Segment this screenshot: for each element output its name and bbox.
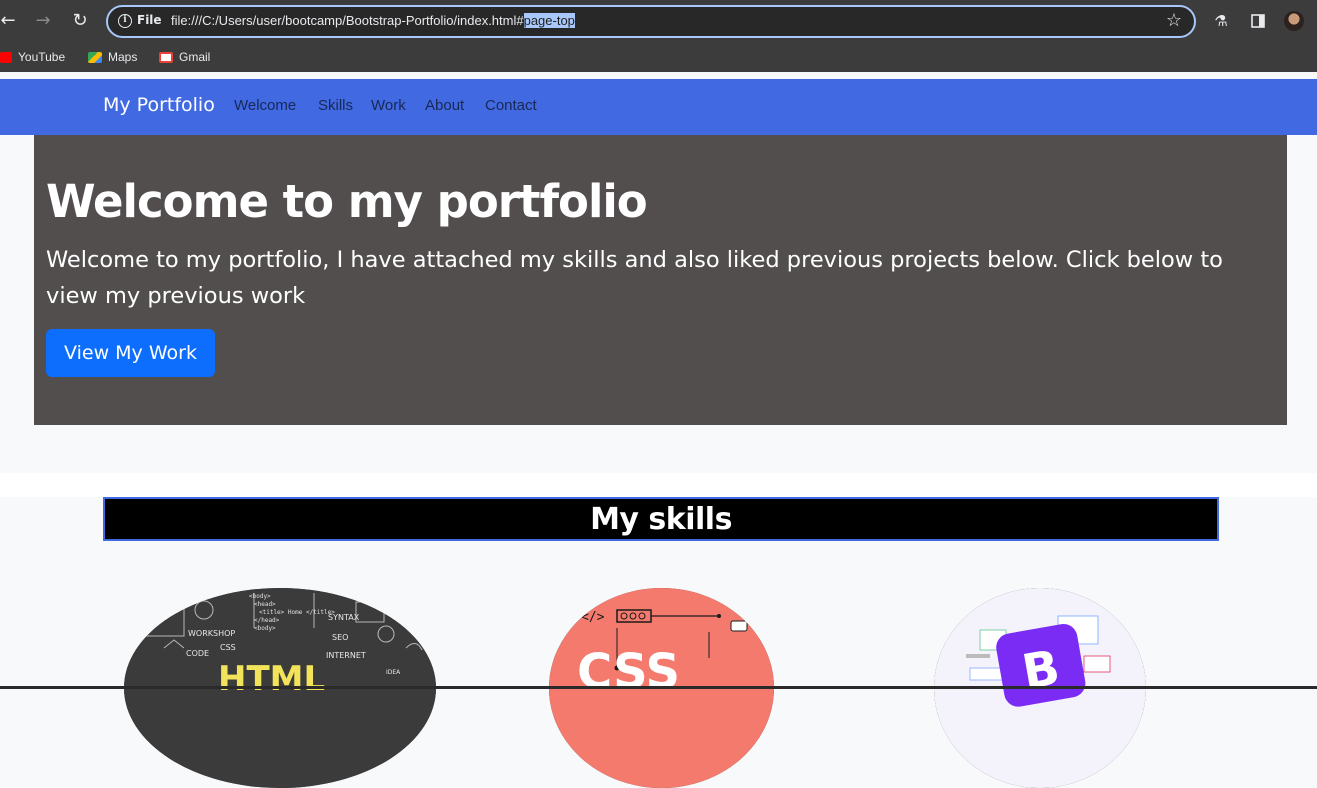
svg-text:<body>: <body>	[254, 625, 276, 632]
bookmark-label: YouTube	[18, 50, 66, 64]
html-caption-code: CODE	[186, 649, 209, 658]
url-main: file:///C:/Users/user/bootcamp/Bootstrap…	[171, 13, 524, 28]
bookmark-label: Maps	[108, 50, 138, 64]
scheme-label: File	[137, 13, 162, 27]
hero-panel: Welcome to my portfolio Welcome to my po…	[34, 135, 1287, 425]
bookmark-maps[interactable]: Maps	[88, 50, 137, 64]
bookmarks-bar: YouTube Maps Gmail	[0, 44, 1317, 72]
back-icon[interactable]: ←	[0, 9, 20, 33]
html-caption-internet: INTERNET	[326, 651, 366, 660]
nav-link-contact[interactable]: Contact	[485, 97, 537, 114]
forward-icon[interactable]: →	[31, 9, 55, 33]
svg-text:<title> Home </title>: <title> Home </title>	[259, 609, 335, 616]
nav-link-skills[interactable]: Skills	[318, 97, 353, 114]
svg-text:<body>: <body>	[249, 593, 271, 600]
hero-text: Welcome to my portfolio, I have attached…	[46, 247, 1223, 309]
bookmark-star-icon[interactable]: ☆	[1166, 10, 1182, 31]
nav-link-work[interactable]: Work	[371, 97, 406, 114]
profile-avatar[interactable]	[1284, 11, 1304, 31]
address-bar[interactable]: i File file:///C:/Users/user/bootcamp/Bo…	[106, 5, 1196, 38]
site-info-icon[interactable]: i	[118, 14, 132, 28]
youtube-icon	[0, 51, 12, 63]
svg-text:<head>: <head>	[254, 601, 276, 608]
bookmark-youtube[interactable]: YouTube	[0, 50, 65, 64]
browser-toolbar: ← → ↻ i File file:///C:/Users/user/bootc…	[0, 0, 1317, 44]
nav-link-about[interactable]: About	[425, 97, 464, 114]
gmail-icon	[159, 51, 173, 63]
skills-header: My skills	[103, 497, 1219, 541]
reload-icon[interactable]: ↻	[68, 9, 92, 33]
html-caption-workshop: WORKSHOP	[188, 629, 235, 638]
html-caption-seo: SEO	[332, 633, 348, 642]
maps-icon	[88, 51, 102, 63]
hero-title: Welcome to my portfolio	[46, 175, 648, 228]
css-caption-css: CSS	[577, 644, 680, 700]
html-caption-css: CSS	[220, 643, 236, 652]
css-caption-tag: </>	[581, 610, 605, 625]
url-text[interactable]: file:///C:/Users/user/bootcamp/Bootstrap…	[171, 13, 575, 28]
side-panel-icon[interactable]	[1247, 10, 1269, 32]
navbar-brand[interactable]: My Portfolio	[103, 94, 215, 116]
url-highlight: page-top	[523, 13, 575, 28]
html-caption-idea: IDEA	[386, 669, 401, 676]
bookmark-gmail[interactable]: Gmail	[159, 50, 210, 64]
site-navbar: My Portfolio Welcome Skills Work About C…	[0, 79, 1317, 135]
section-divider	[0, 473, 1317, 497]
nav-link-welcome[interactable]: Welcome	[234, 97, 296, 114]
skills-section: My skills <body> <head> <title> Home </t…	[0, 497, 1317, 788]
hero-section: Welcome to my portfolio Welcome to my po…	[0, 135, 1317, 473]
bookmark-label: Gmail	[179, 50, 211, 64]
labs-flask-icon[interactable]: ⚗	[1210, 10, 1232, 32]
html-caption-html: HTML	[218, 659, 325, 699]
skills-title: My skills	[590, 502, 732, 537]
view-work-button[interactable]: View My Work	[46, 329, 215, 377]
svg-text:</head>: </head>	[254, 617, 280, 624]
html-caption-syntax: SYNTAX	[328, 613, 360, 622]
